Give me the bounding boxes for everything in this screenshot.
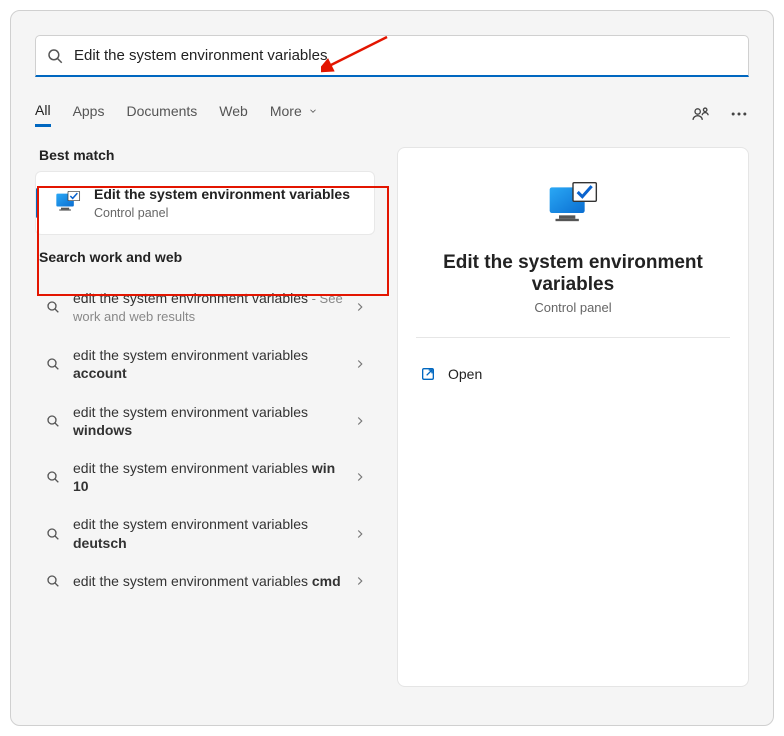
search-icon	[45, 413, 61, 429]
search-input-container[interactable]: Edit the system environment variables	[35, 35, 749, 77]
search-flyout: Edit the system environment variables Al…	[10, 10, 774, 726]
results-area: Best match Edit the system environment v…	[35, 147, 749, 687]
best-match-subtitle: Control panel	[94, 206, 350, 220]
chevron-right-icon	[353, 574, 367, 588]
tab-apps[interactable]: Apps	[73, 103, 105, 125]
more-options-icon[interactable]	[729, 104, 749, 124]
best-match-heading: Best match	[39, 147, 375, 163]
search-icon	[45, 356, 61, 372]
open-action-label: Open	[448, 366, 482, 382]
best-match-title: Edit the system environment variables	[94, 186, 350, 204]
open-action[interactable]: Open	[416, 360, 730, 388]
suggestion-item[interactable]: edit the system environment variables de…	[35, 505, 375, 561]
chevron-right-icon	[353, 470, 367, 484]
chevron-right-icon	[353, 527, 367, 541]
suggestion-item[interactable]: edit the system environment variables wi…	[35, 449, 375, 505]
suggestion-item[interactable]: edit the system environment variables - …	[35, 279, 375, 337]
monitor-check-icon	[545, 178, 601, 234]
search-icon	[45, 573, 61, 589]
search-query-text[interactable]: Edit the system environment variables	[74, 47, 738, 64]
tab-documents[interactable]: Documents	[126, 103, 197, 125]
suggestion-label: edit the system environment variables wi…	[73, 403, 353, 439]
chevron-right-icon	[353, 414, 367, 428]
monitor-check-icon	[54, 189, 82, 217]
search-icon	[45, 299, 61, 315]
search-web-heading: Search work and web	[39, 249, 375, 265]
tab-more[interactable]: More	[270, 103, 318, 125]
divider	[416, 337, 730, 338]
search-icon	[45, 469, 61, 485]
suggestion-label: edit the system environment variables de…	[73, 515, 353, 551]
chevron-right-icon	[353, 300, 367, 314]
chevron-down-icon	[308, 106, 318, 116]
search-icon	[46, 47, 64, 65]
results-list: Best match Edit the system environment v…	[35, 147, 375, 687]
filter-tabs: All Apps Documents Web More	[35, 99, 749, 129]
best-match-result[interactable]: Edit the system environment variables Co…	[35, 171, 375, 235]
chevron-right-icon	[353, 357, 367, 371]
suggestion-label: edit the system environment variables ac…	[73, 346, 353, 382]
detail-subtitle: Control panel	[416, 300, 730, 315]
suggestion-item[interactable]: edit the system environment variables cm…	[35, 562, 375, 600]
suggestion-list: edit the system environment variables - …	[35, 279, 375, 600]
open-external-icon	[420, 366, 436, 382]
detail-pane: Edit the system environment variables Co…	[397, 147, 749, 687]
tab-all[interactable]: All	[35, 102, 51, 127]
search-icon	[45, 526, 61, 542]
suggestion-label: edit the system environment variables cm…	[73, 572, 353, 590]
suggestion-label: edit the system environment variables wi…	[73, 459, 353, 495]
suggestion-item[interactable]: edit the system environment variables wi…	[35, 393, 375, 449]
suggestion-label: edit the system environment variables - …	[73, 289, 353, 327]
tab-web[interactable]: Web	[219, 103, 248, 125]
detail-title: Edit the system environment variables	[416, 252, 730, 296]
suggestion-item[interactable]: edit the system environment variables ac…	[35, 336, 375, 392]
org-account-icon[interactable]	[691, 104, 711, 124]
